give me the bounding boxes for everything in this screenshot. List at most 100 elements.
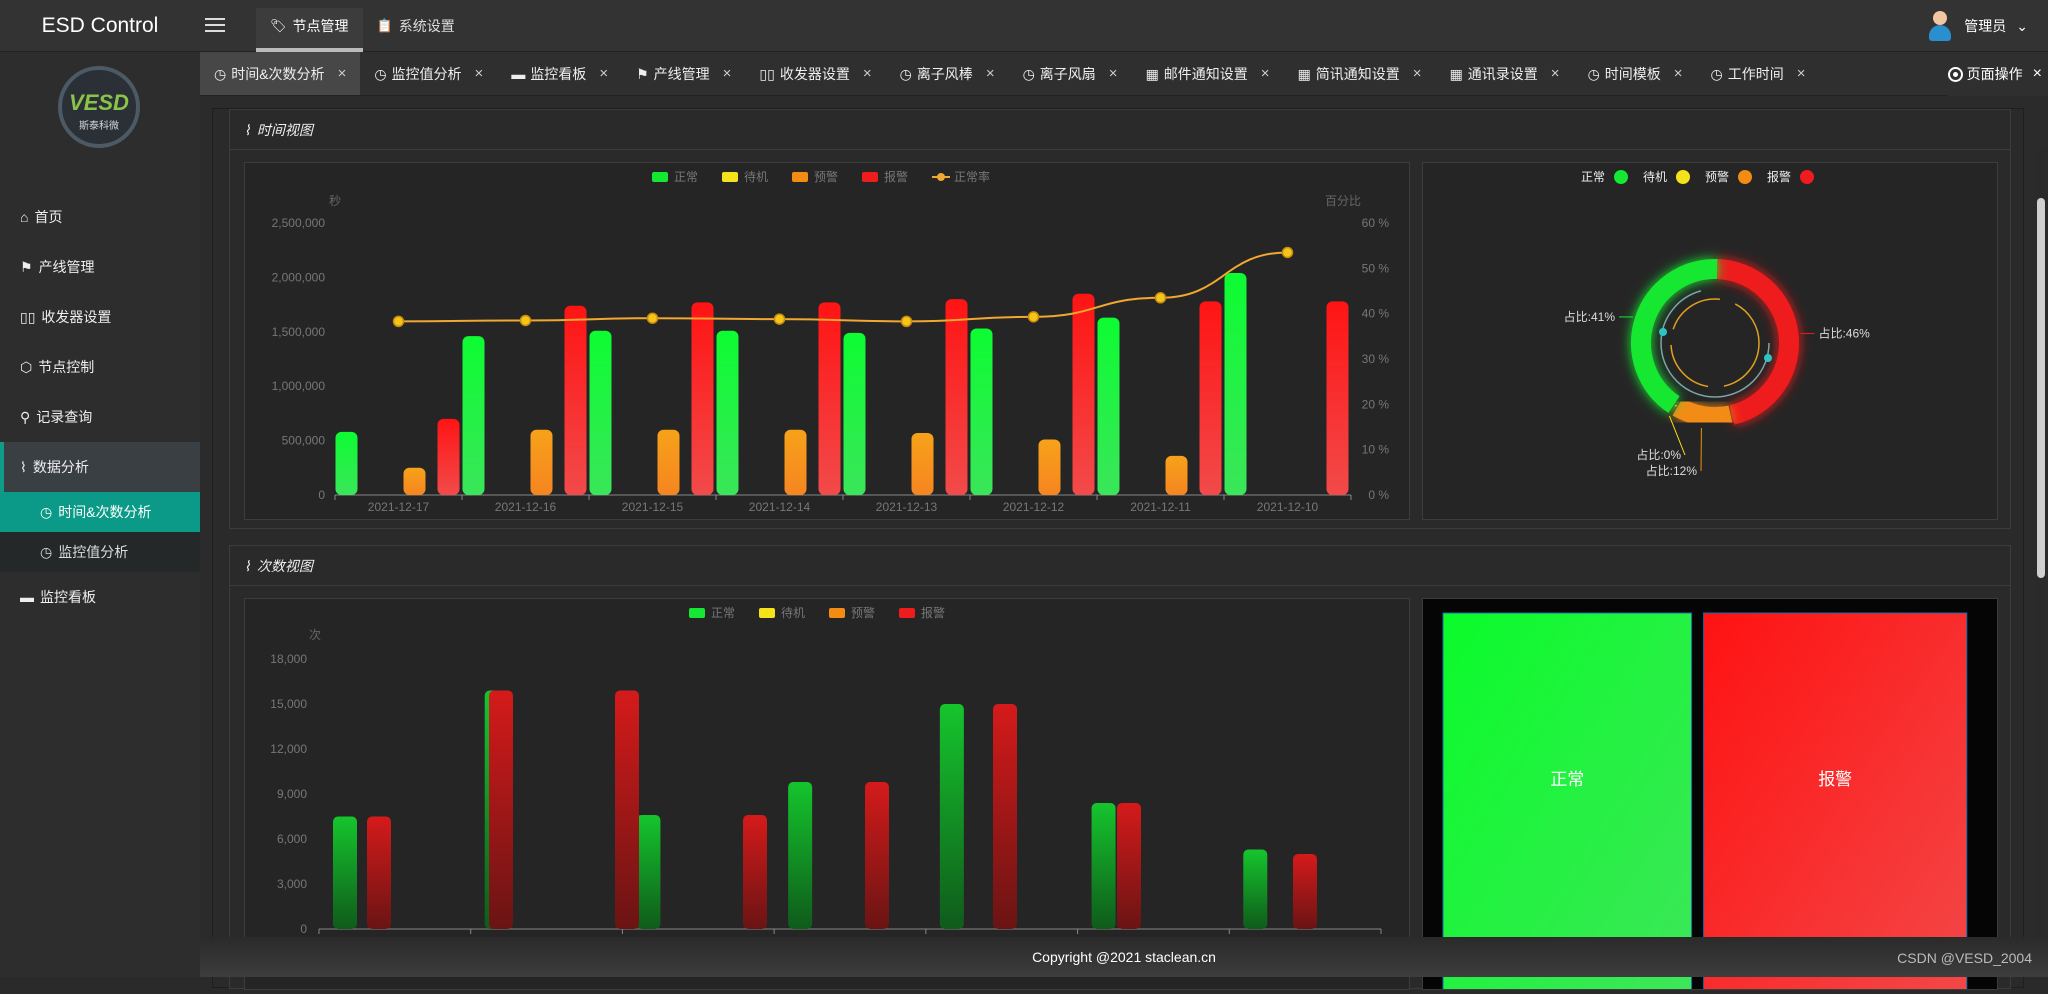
tab-3[interactable]: ⚑产线管理× [622,52,745,96]
count-view-title: 次数视图 [257,546,313,586]
tab-2[interactable]: ▬监控看板 × [497,52,622,96]
bar-预警 [912,433,934,495]
tab-label: 离子风棒 [917,52,973,96]
close-icon[interactable]: × [723,52,732,96]
ring-marker [1659,328,1667,336]
tab-4[interactable]: ▯▯收发器设置× [745,52,885,96]
panel-title: ⌇ 次数视图 [230,546,2010,586]
side-menu: ⌂首页 ⚑产线管理 ▯▯收发器设置 ⬡节点控制 ⚲记录查询 ⌇数据分析 ◷时间&… [0,192,200,622]
pulse-icon: ⌇ [20,442,27,492]
building-icon: ▦ [1146,52,1159,96]
legend-swatch [792,172,808,182]
bar-正常 [717,331,739,495]
legend-label: 待机 [1643,170,1667,184]
sidebar-item-label: 产线管理 [39,242,95,292]
close-icon[interactable]: × [1109,52,1118,96]
clock-icon: ◷ [900,52,912,96]
close-icon[interactable]: × [1261,52,1270,96]
sidebar-subitem-time-count[interactable]: ◷时间&次数分析 [0,492,200,532]
close-icon[interactable]: × [1551,52,1560,96]
tab-0[interactable]: ◷时间&次数分析× [200,52,360,96]
slice-label: 占比:0% [1636,447,1681,462]
ring-slice-待机 [1675,405,1676,406]
close-icon[interactable]: × [475,52,484,96]
bar-正常 [1243,850,1267,930]
sidebar-item-label: 收发器设置 [41,292,111,342]
sidebar-item-records[interactable]: ⚲记录查询 [0,392,200,442]
menu-toggle-icon[interactable] [205,14,225,36]
building-icon: ▦ [1298,52,1311,96]
monitor-icon: ▬ [511,52,525,96]
rate-point [521,315,531,325]
sidebar-item-analysis[interactable]: ⌇数据分析 [0,442,200,492]
tab-5[interactable]: ◷离子风棒 × [886,52,1009,96]
logo-brand: VESD [62,90,136,116]
tab-7[interactable]: ▦邮件通知设置× [1132,52,1284,96]
y-tick-label: 1,500,000 [272,325,326,339]
tab-9[interactable]: ▦通讯录设置× [1436,52,1574,96]
bar-预警 [1166,456,1188,495]
sidebar-subitem-monitor-value[interactable]: ◷监控值分析 [0,532,200,572]
scrollbar-thumb[interactable] [2037,198,2045,578]
clock-icon: ◷ [214,52,226,96]
monitor-icon: ▬ [20,572,34,622]
topnav-system-settings[interactable]: 📋 系统设置 [363,8,469,52]
tab-label: 时间模板 [1605,52,1661,96]
slice-label: 占比:12% [1646,463,1698,478]
sidebar-item-line[interactable]: ⚑产线管理 [0,242,200,292]
bar-正常 [1092,803,1116,929]
vertical-scrollbar[interactable] [2036,148,2046,978]
bar-报警 [1073,294,1095,495]
tab-1[interactable]: ◷监控值分析× [360,52,497,96]
y2-tick-label: 0 % [1368,488,1389,502]
tab-10[interactable]: ◷时间模板× [1574,52,1697,96]
ring-slice-报警 [1716,269,1789,415]
sidebar-item-home[interactable]: ⌂首页 [0,192,200,242]
ring-slice-预警 [1678,407,1731,417]
close-icon[interactable]: × [1797,52,1806,96]
legend-label: 正常 [1581,170,1605,184]
ring-marker [1764,354,1772,362]
sidebar-item-dashboard[interactable]: ▬监控看板 [0,572,200,622]
rate-point [1029,312,1039,322]
sidebar-item-label: 监控看板 [40,572,96,622]
sidebar-item-node-control[interactable]: ⬡节点控制 [0,342,200,392]
sidebar-item-transceiver[interactable]: ▯▯收发器设置 [0,292,200,342]
clock-icon: ◷ [374,52,386,96]
flag-icon: ⚑ [636,52,649,96]
page-actions-menu[interactable]: 页面操作 × [1948,52,2048,96]
treemap-cell-正常 [1443,613,1692,989]
user-menu[interactable]: 管理员 ⌄ [1926,10,2028,42]
tab-8[interactable]: ▦简讯通知设置× [1284,52,1436,96]
flag-icon: ⚑ [20,242,33,292]
clock-icon: ◷ [40,492,52,532]
rate-point [1283,247,1293,257]
legend-swatch [829,608,845,618]
tab-label: 通讯录设置 [1468,52,1538,96]
close-icon[interactable]: × [986,52,995,96]
close-icon[interactable]: × [599,52,608,96]
close-icon[interactable]: × [1674,52,1683,96]
legend-swatch [759,608,775,618]
sidebar-item-label: 数据分析 [33,442,89,492]
tab-label: 收发器设置 [780,52,850,96]
bar-报警 [489,691,513,930]
tab-label: 监控看板 [530,52,586,96]
target-icon [1948,67,1963,82]
topnav-node-management[interactable]: 🏷 节点管理 [256,8,363,52]
legend-label: 报警 [1767,169,1791,184]
close-icon[interactable]: × [1413,52,1422,96]
bar-报警 [692,302,714,495]
bar-预警 [531,430,553,495]
tab-6[interactable]: ◷离子风扇× [1009,52,1132,96]
close-icon[interactable]: × [863,52,872,96]
y-tick-label: 3,000 [277,877,307,891]
tab-11[interactable]: ◷工作时间× [1697,52,1820,96]
y-tick-label: 15,000 [270,697,307,711]
cube-icon: ⬡ [20,342,32,392]
close-icon[interactable]: × [2033,65,2042,83]
y-tick-label: 2,500,000 [272,216,326,230]
close-icon[interactable]: × [338,52,347,96]
bar-报警 [438,419,460,495]
bar-预警 [1039,440,1061,495]
